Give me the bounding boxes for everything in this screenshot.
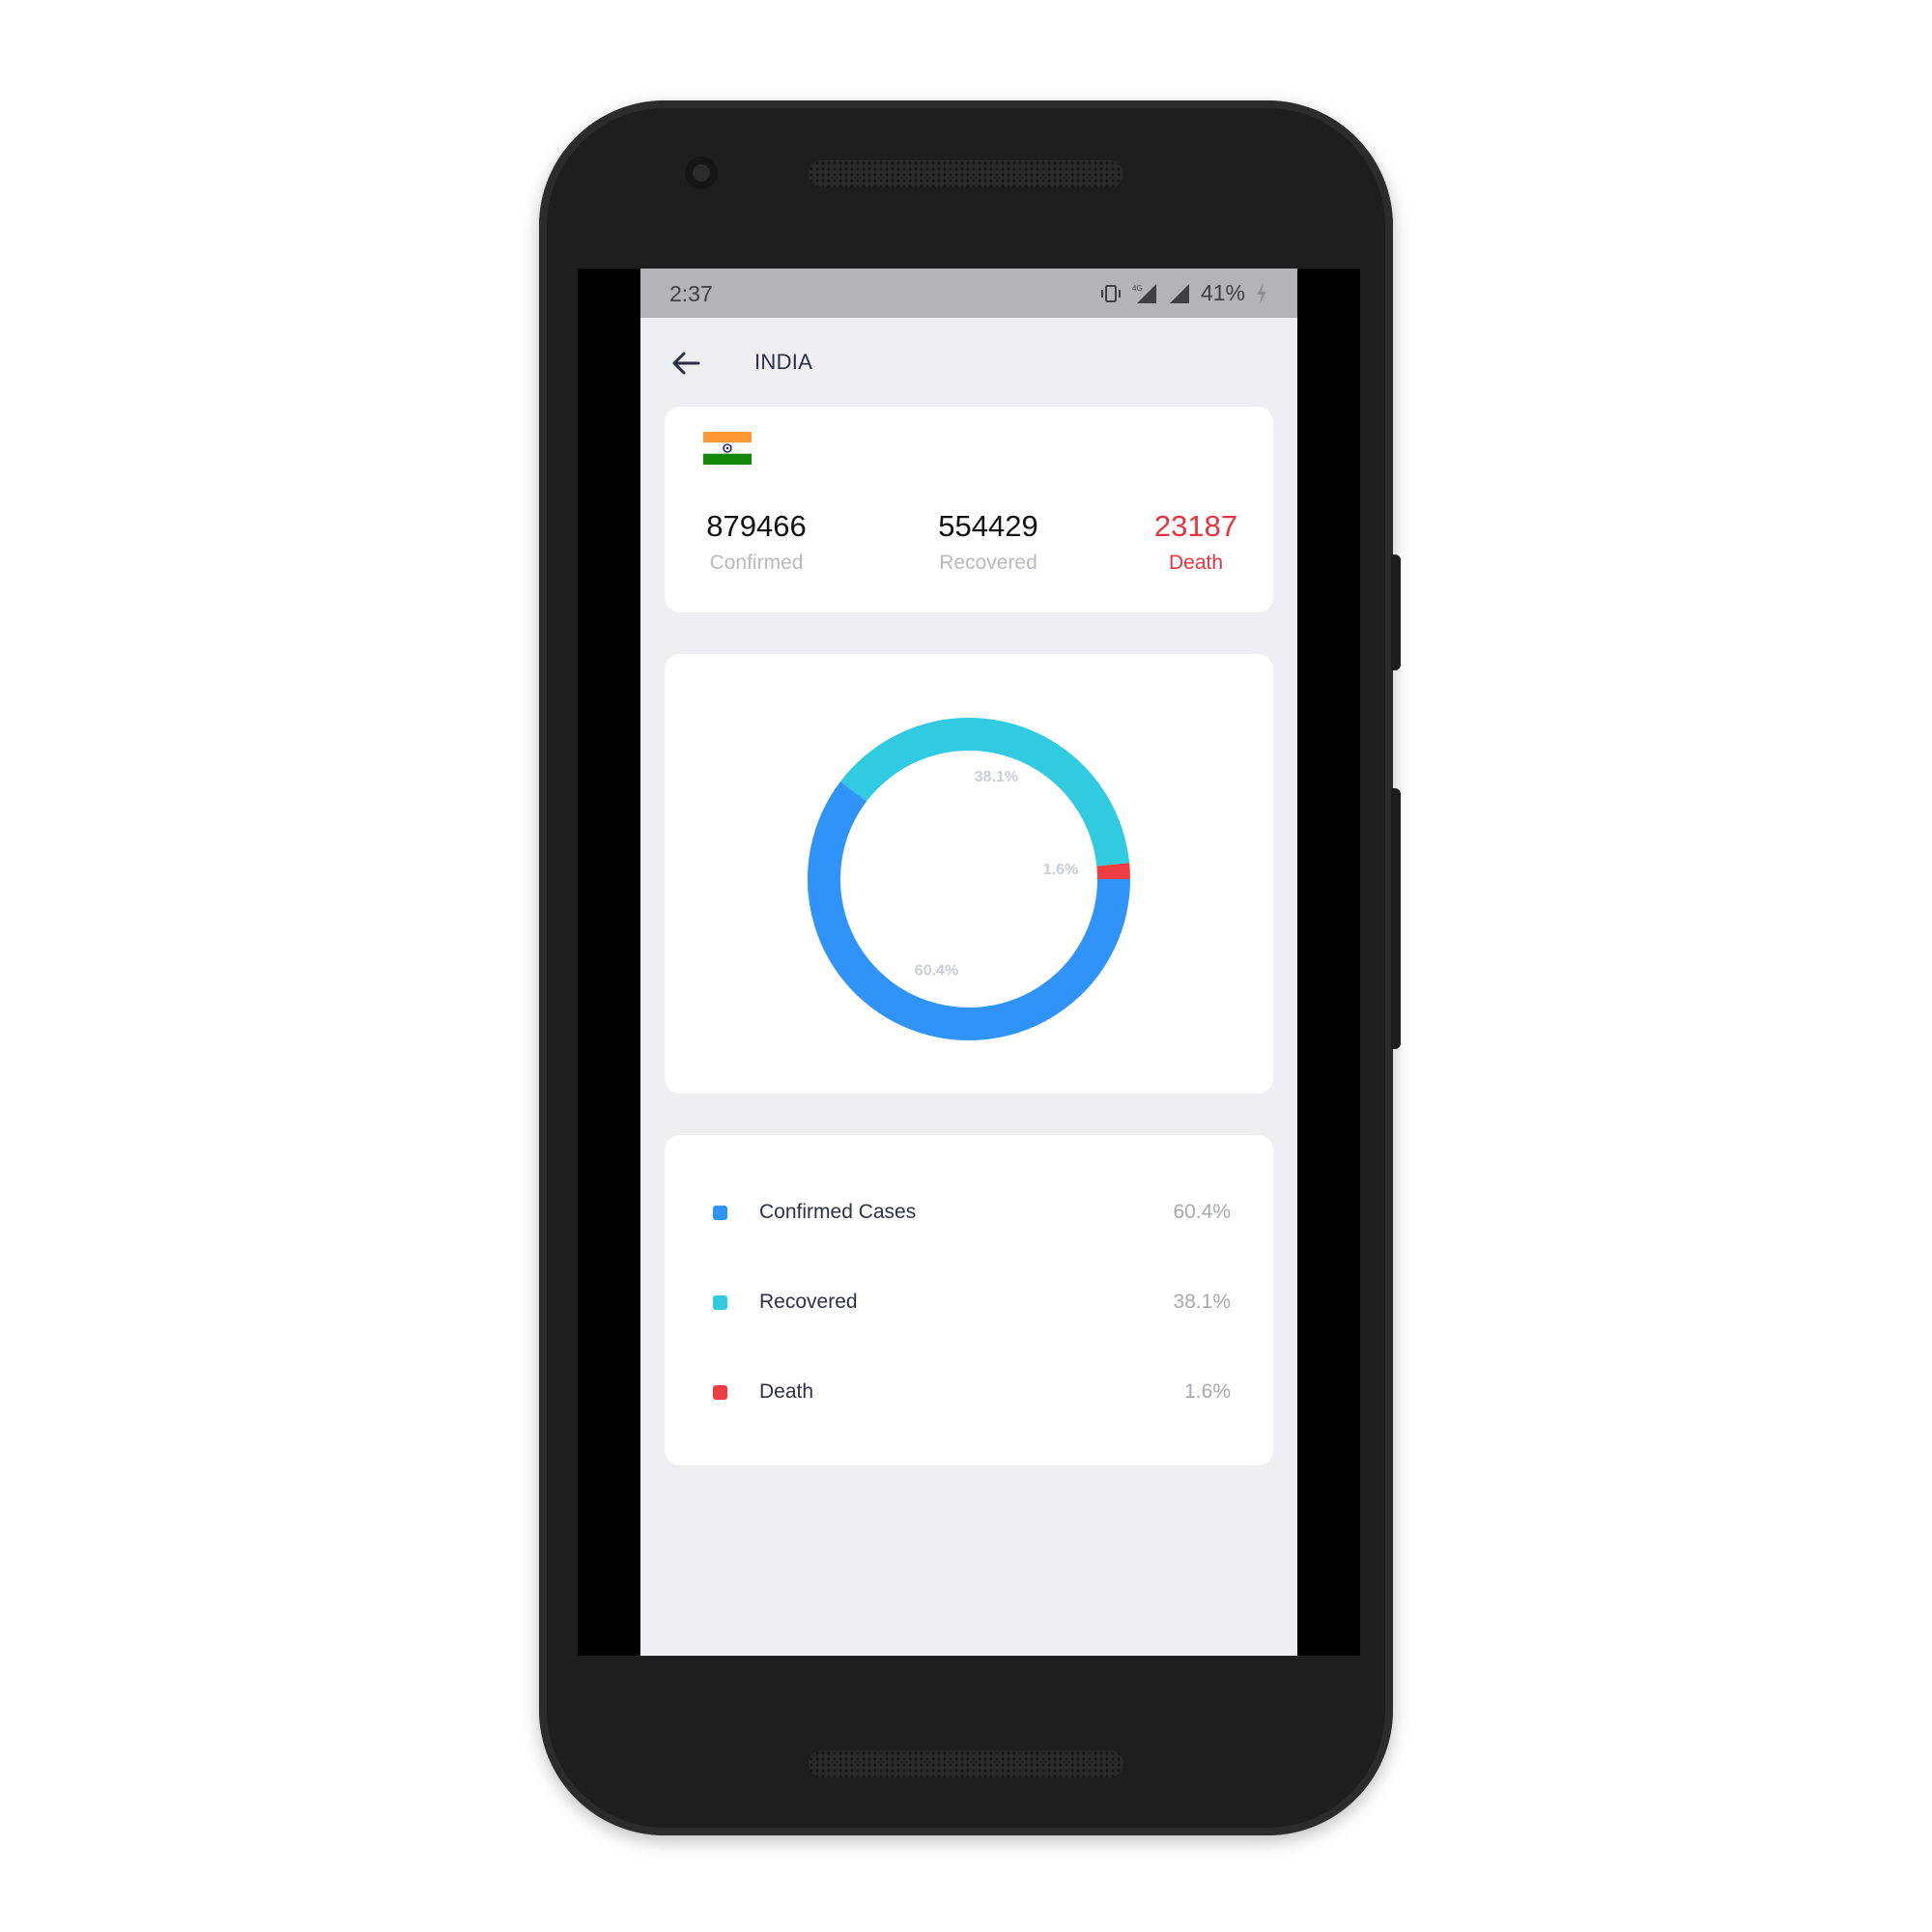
- app-bar: INDIA: [640, 318, 1297, 405]
- legend-row-recovered: Recovered 38.1%: [713, 1283, 1231, 1321]
- page-title: INDIA: [754, 350, 813, 374]
- status-icons: 4G 41%: [1100, 280, 1268, 306]
- slice-recovered: [840, 718, 1130, 867]
- stat-recovered: 554429 Recovered: [901, 509, 1075, 575]
- donut-chart: 60.4% 38.1% 1.6%: [808, 718, 1130, 1040]
- slice-label: 60.4%: [915, 963, 958, 980]
- bottom-speaker: [809, 1750, 1123, 1777]
- slice-label: 1.6%: [1043, 862, 1078, 878]
- volume-button: [1391, 788, 1401, 1049]
- recovered-label: Recovered: [939, 552, 1037, 574]
- legend-value: 1.6%: [1184, 1380, 1231, 1403]
- legend-row-death: Death 1.6%: [713, 1373, 1231, 1411]
- legend-row-confirmed: Confirmed Cases 60.4%: [713, 1193, 1231, 1232]
- svg-text:4G: 4G: [1132, 284, 1143, 293]
- battery-percent: 41%: [1200, 280, 1245, 305]
- app-screen: 2:37 4G 41% INDIA 879466 Confirmed 55442…: [640, 269, 1297, 1656]
- india-flag-icon: [703, 432, 752, 465]
- stat-death: 23187 Death: [1128, 509, 1264, 575]
- signal-icon: [1169, 283, 1189, 303]
- legend-label: Confirmed Cases: [759, 1201, 917, 1223]
- legend-swatch-confirmed: [713, 1205, 727, 1220]
- slice-confirmed: [808, 781, 1130, 1040]
- stat-confirmed: 879466 Confirmed: [684, 509, 829, 575]
- death-label: Death: [1168, 552, 1224, 574]
- legend-value: 38.1%: [1173, 1291, 1231, 1313]
- death-count: 23187: [1153, 509, 1238, 543]
- confirmed-label: Confirmed: [709, 552, 804, 574]
- status-bar: 2:37 4G 41%: [640, 269, 1297, 318]
- legend-label: Recovered: [759, 1291, 858, 1313]
- front-camera: [685, 156, 718, 189]
- slice-death: [1096, 863, 1130, 880]
- top-speaker: [809, 160, 1123, 187]
- confirmed-count: 879466: [706, 509, 807, 543]
- legend-swatch-death: [713, 1384, 727, 1400]
- legend-card: Confirmed Cases 60.4% Recovered 38.1% De…: [665, 1135, 1273, 1465]
- battery-charging-icon: [1257, 282, 1266, 304]
- recovered-count: 554429: [938, 509, 1038, 543]
- legend-swatch-recovered: [713, 1294, 727, 1310]
- power-button: [1391, 554, 1401, 670]
- legend-value: 60.4%: [1173, 1201, 1231, 1223]
- status-time: 2:37: [669, 281, 713, 306]
- signal-4g-icon: 4G: [1132, 283, 1156, 303]
- chart-card: 60.4% 38.1% 1.6%: [665, 654, 1273, 1094]
- back-arrow-icon[interactable]: [669, 347, 702, 380]
- slice-label: 38.1%: [975, 769, 1018, 785]
- legend-label: Death: [759, 1380, 814, 1403]
- summary-card: 879466 Confirmed 554429 Recovered 23187 …: [665, 407, 1273, 612]
- vibrate-icon: [1100, 284, 1121, 302]
